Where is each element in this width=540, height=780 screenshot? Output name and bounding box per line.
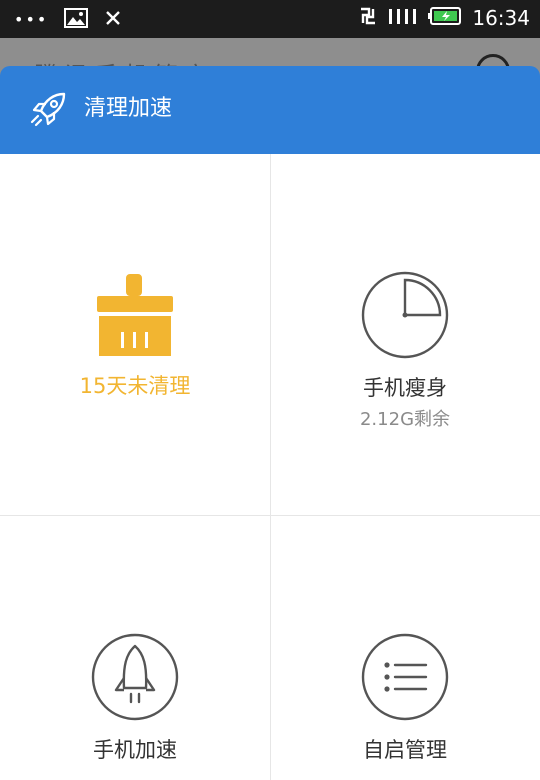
signal-icon: [388, 6, 418, 30]
rocket-icon: [28, 90, 68, 134]
grid-divider-horizontal: [0, 515, 540, 516]
sheet-header: 清理加速: [0, 66, 540, 154]
gallery-icon: [64, 8, 89, 32]
status-bar: ••• 16:34: [0, 0, 540, 38]
clean-cell[interactable]: 15天未清理: [0, 272, 270, 400]
slim-cell[interactable]: 手机瘦身 2.12G剩余: [270, 270, 540, 432]
sheet-title: 清理加速: [84, 96, 173, 121]
speed-label: 手机加速: [93, 738, 177, 762]
broom-icon: [97, 274, 173, 356]
autostart-cell[interactable]: 自启管理: [270, 632, 540, 764]
autostart-label: 自启管理: [363, 738, 447, 762]
battery-icon: [428, 6, 462, 30]
close-icon: [104, 9, 122, 31]
clean-label: 15天未清理: [79, 374, 191, 398]
sync-icon: [358, 6, 378, 30]
slim-sub: 2.12G剩余: [359, 409, 451, 430]
pie-chart-icon: [361, 271, 449, 359]
list-icon: [361, 633, 449, 721]
more-dots-icon: •••: [14, 10, 49, 29]
feature-grid: 15天未清理 手机瘦身 2.12G剩余 手机加速 自启管理: [0, 154, 540, 780]
slim-label: 手机瘦身: [363, 376, 447, 400]
rocket-icon: [91, 633, 179, 721]
speed-cell[interactable]: 手机加速: [0, 632, 270, 764]
clock: 16:34: [472, 6, 530, 30]
